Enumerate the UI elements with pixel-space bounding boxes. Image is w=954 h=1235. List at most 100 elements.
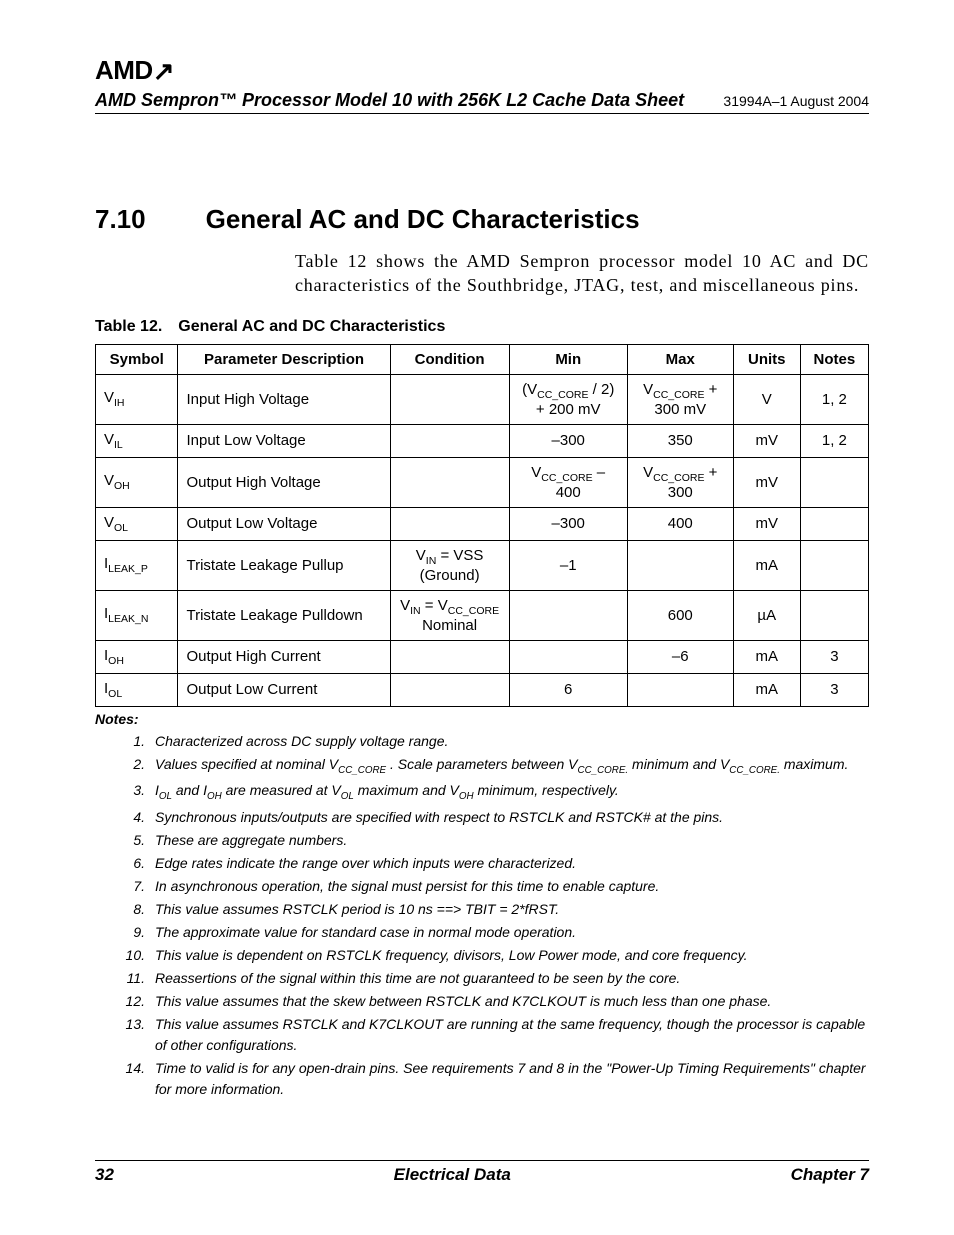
note-text: Time to valid is for any open-drain pins…	[155, 1058, 869, 1100]
note-number: 5.	[125, 830, 145, 851]
cell-notes	[800, 457, 868, 507]
note-text: These are aggregate numbers.	[155, 830, 347, 851]
note-text: This value assumes that the skew between…	[155, 991, 771, 1012]
th-cond: Condition	[390, 344, 509, 374]
cell-symbol: IOH	[96, 640, 178, 673]
section-heading: 7.10 General AC and DC Characteristics	[95, 204, 869, 235]
th-units: Units	[733, 344, 800, 374]
notes-label: Notes:	[95, 711, 869, 727]
cell-condition: VIN = VSS (Ground)	[390, 540, 509, 590]
doc-title: AMD Sempron™ Processor Model 10 with 256…	[95, 90, 684, 111]
logo-text: AMD	[95, 55, 153, 85]
cell-notes: 1, 2	[800, 424, 868, 457]
note-text: Values specified at nominal VCC_CORE . S…	[155, 754, 848, 778]
cell-param: Tristate Leakage Pullup	[178, 540, 390, 590]
notes-list: 1.Characterized across DC supply voltage…	[95, 731, 869, 1100]
footer: 32 Electrical Data Chapter 7	[95, 1160, 869, 1185]
cell-symbol: ILEAK_N	[96, 590, 178, 640]
th-symbol: Symbol	[96, 344, 178, 374]
cell-max: VCC_CORE + 300	[627, 457, 733, 507]
footer-page: 32	[95, 1165, 114, 1185]
cell-condition	[390, 507, 509, 540]
note-item: 2. Values specified at nominal VCC_CORE .…	[125, 754, 869, 778]
note-number: 6.	[125, 853, 145, 874]
cell-max: 600	[627, 590, 733, 640]
cell-min: 6	[509, 673, 627, 706]
cell-symbol: VOL	[96, 507, 178, 540]
note-item: 11. Reassertions of the signal within thi…	[125, 968, 869, 989]
note-number: 3.	[125, 780, 145, 804]
note-number: 9.	[125, 922, 145, 943]
logo-arrow-icon: ↗	[153, 56, 174, 87]
th-param: Parameter Description	[178, 344, 390, 374]
cell-min	[509, 590, 627, 640]
cell-max	[627, 673, 733, 706]
cell-condition	[390, 457, 509, 507]
note-number: 7.	[125, 876, 145, 897]
cell-min: –1	[509, 540, 627, 590]
cell-max: –6	[627, 640, 733, 673]
note-text: Synchronous inputs/outputs are specified…	[155, 807, 723, 828]
cell-symbol: VOH	[96, 457, 178, 507]
cell-param: Output Low Current	[178, 673, 390, 706]
note-item: 6. Edge rates indicate the range over whi…	[125, 853, 869, 874]
th-notes: Notes	[800, 344, 868, 374]
note-text: This value is dependent on RSTCLK freque…	[155, 945, 747, 966]
cell-units: mA	[733, 673, 800, 706]
note-text: Edge rates indicate the range over which…	[155, 853, 576, 874]
note-text: In asynchronous operation, the signal mu…	[155, 876, 659, 897]
section-title: General AC and DC Characteristics	[206, 204, 640, 235]
note-item: 7. In asynchronous operation, the signal …	[125, 876, 869, 897]
table-row: VOHOutput High VoltageVCC_CORE – 400VCC_…	[96, 457, 869, 507]
cell-notes: 1, 2	[800, 374, 868, 424]
cell-min	[509, 640, 627, 673]
note-number: 14.	[125, 1058, 145, 1100]
cell-symbol: VIL	[96, 424, 178, 457]
header-row: AMD Sempron™ Processor Model 10 with 256…	[95, 90, 869, 114]
table-row: VILInput Low Voltage–300350mV1, 2	[96, 424, 869, 457]
th-max: Max	[627, 344, 733, 374]
cell-notes	[800, 507, 868, 540]
cell-symbol: IOL	[96, 673, 178, 706]
note-text: The approximate value for standard case …	[155, 922, 576, 943]
characteristics-table: Symbol Parameter Description Condition M…	[95, 344, 869, 707]
note-text: Reassertions of the signal within this t…	[155, 968, 680, 989]
note-number: 10.	[125, 945, 145, 966]
cell-condition	[390, 640, 509, 673]
cell-param: Output High Current	[178, 640, 390, 673]
cell-condition	[390, 374, 509, 424]
note-item: 10. This value is dependent on RSTCLK fre…	[125, 945, 869, 966]
cell-param: Input High Voltage	[178, 374, 390, 424]
doc-id: 31994A–1 August 2004	[723, 93, 869, 109]
cell-units: mA	[733, 640, 800, 673]
cell-condition	[390, 424, 509, 457]
cell-units: µA	[733, 590, 800, 640]
cell-condition: VIN = VCC_CORE Nominal	[390, 590, 509, 640]
section-intro: Table 12 shows the AMD Sempron processor…	[295, 249, 869, 298]
cell-units: mV	[733, 424, 800, 457]
note-number: 1.	[125, 731, 145, 752]
note-item: 12.This value assumes that the skew betw…	[125, 991, 869, 1012]
cell-min: –300	[509, 507, 627, 540]
cell-max: 400	[627, 507, 733, 540]
cell-min: VCC_CORE – 400	[509, 457, 627, 507]
footer-right: Chapter 7	[791, 1165, 869, 1185]
note-item: 1.Characterized across DC supply voltage…	[125, 731, 869, 752]
table-row: VIHInput High Voltage(VCC_CORE / 2) + 20…	[96, 374, 869, 424]
cell-units: mA	[733, 540, 800, 590]
note-item: 14. Time to valid is for any open-drain p…	[125, 1058, 869, 1100]
table-header-row: Symbol Parameter Description Condition M…	[96, 344, 869, 374]
note-item: 3.IOL and IOH are measured at VOL maximu…	[125, 780, 869, 804]
table-row: IOLOutput Low Current6mA3	[96, 673, 869, 706]
cell-notes: 3	[800, 640, 868, 673]
cell-units: mV	[733, 507, 800, 540]
cell-notes	[800, 540, 868, 590]
amd-logo: AMD↗	[95, 55, 869, 86]
footer-center: Electrical Data	[394, 1165, 511, 1185]
cell-param: Output Low Voltage	[178, 507, 390, 540]
note-number: 13.	[125, 1014, 145, 1056]
note-number: 2.	[125, 754, 145, 778]
section-number: 7.10	[95, 204, 146, 235]
note-number: 11.	[125, 968, 145, 989]
cell-notes	[800, 590, 868, 640]
